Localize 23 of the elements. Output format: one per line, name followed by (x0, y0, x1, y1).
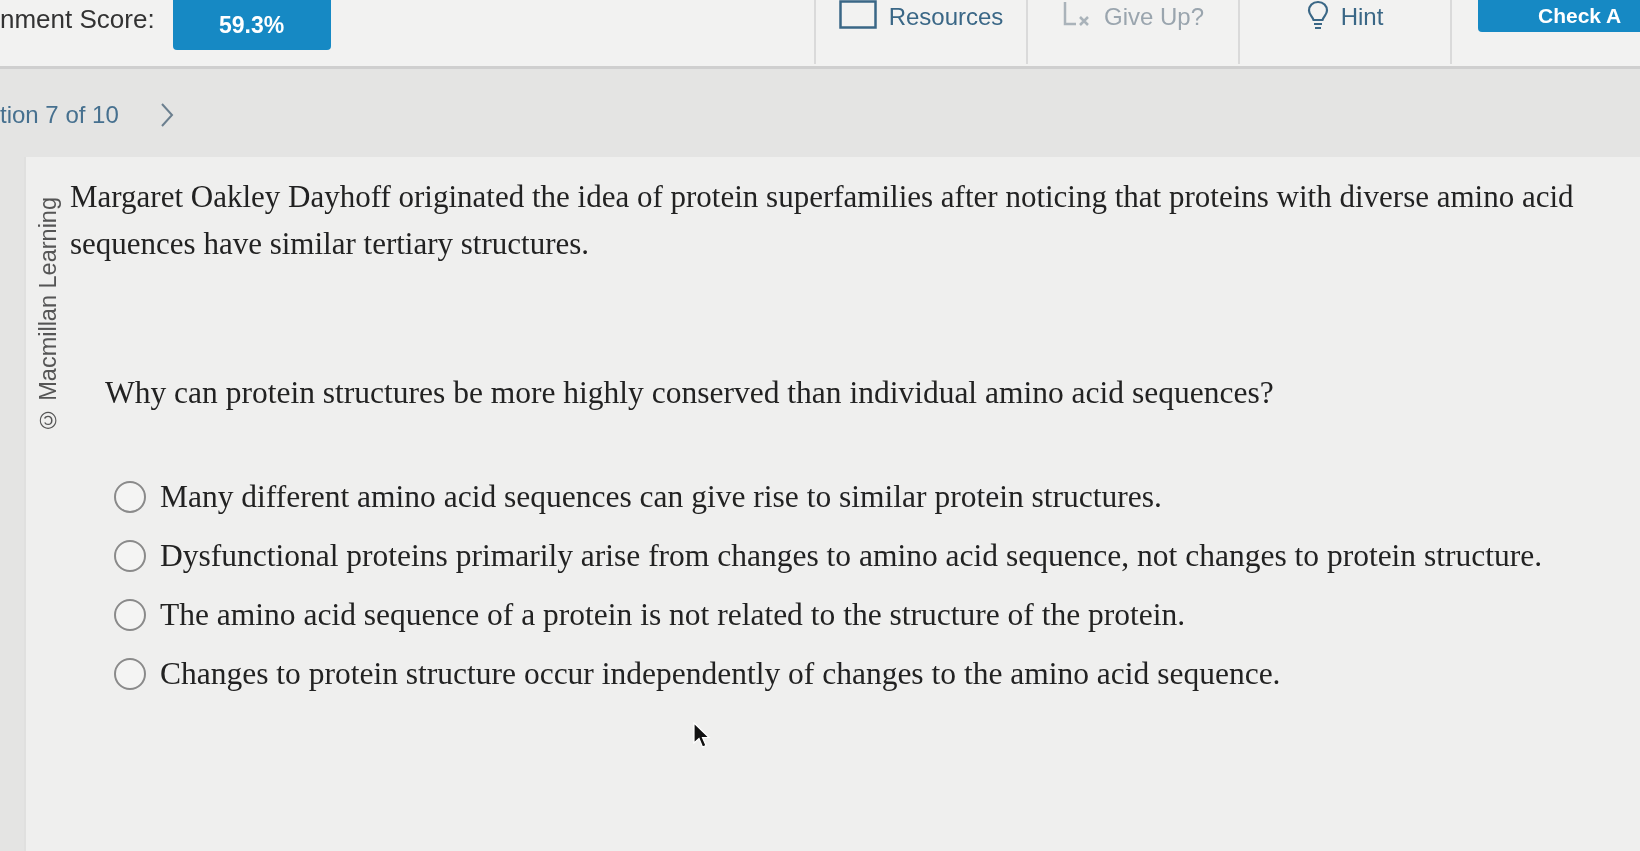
radio-button[interactable] (114, 540, 146, 572)
check-answer-button[interactable]: Check A (1478, 0, 1640, 32)
question-counter: tion 7 of 10 (0, 101, 119, 129)
answer-option[interactable]: Dysfunctional proteins primarily arise from changes to amino acid sequence, not changes to protein structure. (160, 535, 1543, 577)
lightbulb-icon (1306, 0, 1329, 30)
question-text: Why can protein structures be more highly conserved than individual amino acid sequences? (105, 374, 1274, 412)
answer-option[interactable]: The amino acid sequence of a protein is not related to the structure of the protein. (160, 594, 1186, 636)
mouse-pointer-icon (693, 722, 711, 748)
question-intro: Margaret Oakley Dayhoff originated the idea of protein superfamilies after noticing that proteins with diverse amino acid sequences have similar tertiary structures. (70, 178, 1575, 263)
score-label: nment Score: (0, 3, 155, 35)
answer-option[interactable]: Changes to protein structure occur independently of changes to the amino acid sequence. (160, 653, 1281, 695)
l-cross-icon (1061, 0, 1092, 28)
radio-button[interactable] (114, 658, 146, 690)
answer-option[interactable]: Many different amino acid sequences can give rise to similar protein structures. (160, 476, 1162, 518)
next-question-button[interactable] (158, 101, 175, 129)
rectangle-icon (838, 0, 877, 29)
toolbar-button[interactable]: Hint (1238, 0, 1450, 64)
copyright-text: © Macmillan Learning (34, 197, 62, 434)
toolbar-button[interactable]: Resources (814, 0, 1026, 64)
chevron-right-icon (159, 102, 174, 128)
radio-button[interactable] (114, 481, 146, 513)
score-value: 59.3% (172, 0, 331, 50)
radio-button[interactable] (114, 599, 146, 631)
